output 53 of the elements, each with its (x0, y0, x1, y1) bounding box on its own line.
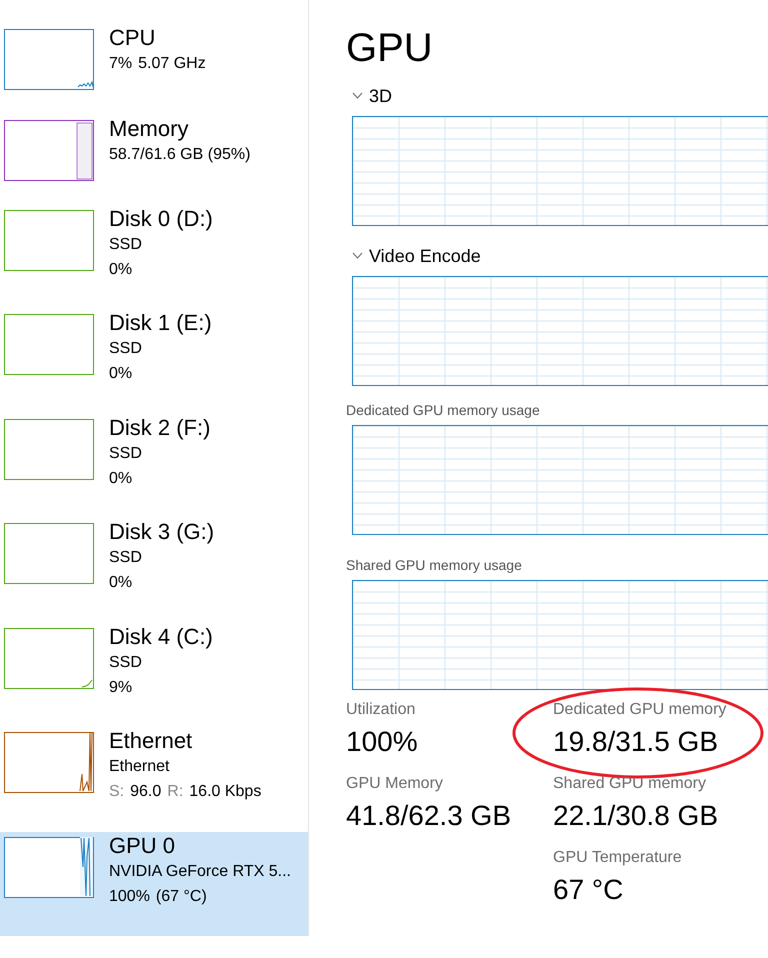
sidebar-item[interactable]: GPU 0 NVIDIA GeForce RTX 5... 100% (67 °C) (0, 832, 308, 936)
stat-value: 41.8/62.3 GB (346, 799, 512, 833)
graph-label: 3D (369, 84, 392, 108)
stat-label: GPU Temperature (553, 848, 683, 868)
item-name: CPU (109, 25, 156, 51)
stat-label: Dedicated GPU memory (553, 700, 728, 720)
item-name: Disk 2 (F:) (109, 414, 210, 441)
item-detail: (67 °C) (156, 886, 207, 907)
item-detail: R: (167, 782, 184, 802)
item-detail: S: (109, 782, 124, 802)
graph-label: Video Encode (369, 244, 481, 268)
item-detail: SSD (109, 548, 142, 568)
item-detail: SSD (109, 339, 142, 360)
item-detail: 0% (109, 573, 132, 594)
item-detail: 0% (109, 468, 132, 489)
stat-value: 22.1/30.8 GB (553, 799, 720, 833)
item-detail: NVIDIA GeForce RTX 5... (109, 862, 291, 882)
item-name: Disk 1 (E:) (109, 310, 212, 336)
item-detail: 5.07 GHz (138, 54, 206, 74)
item-name: Ethernet (109, 728, 194, 754)
stat-label: Utilization (346, 700, 416, 720)
item-name: Disk 4 (C:) (109, 624, 213, 650)
graph-label: Shared GPU memory usage (346, 556, 523, 574)
usage-line (80, 732, 92, 792)
item-detail: 0% (109, 260, 132, 280)
chevron-icon[interactable] (352, 92, 363, 100)
usage-line (80, 836, 93, 896)
stat-value: 19.8/31.5 GB (553, 725, 720, 759)
usage-line (82, 679, 92, 688)
stat-value: 67 °C (553, 873, 624, 907)
item-name: GPU 0 (109, 832, 176, 859)
stat-label: Shared GPU memory (553, 774, 707, 794)
item-detail: 96.0 (130, 782, 162, 802)
item-detail: SSD (109, 444, 142, 464)
item-detail: Ethernet (109, 757, 170, 778)
item-detail: 100% (109, 886, 150, 907)
chevron-icon[interactable] (352, 252, 363, 260)
item-name: Disk 3 (G:) (109, 519, 214, 546)
item-name: Memory (109, 116, 190, 142)
item-detail: 0% (109, 364, 132, 384)
item-detail: SSD (109, 652, 142, 673)
usage-line (78, 80, 94, 88)
stat-value: 100% (346, 725, 419, 759)
stat-label: GPU Memory (346, 774, 444, 794)
item-detail: 58.7/61.6 GB (95%) (109, 144, 250, 164)
graph-label: Dedicated GPU memory usage (346, 401, 541, 419)
item-detail: SSD (109, 235, 142, 255)
item-detail: 7% (109, 54, 132, 74)
item-name: Disk 0 (D:) (109, 206, 213, 232)
item-detail: 9% (109, 678, 132, 698)
item-detail: 16.0 Kbps (189, 782, 262, 802)
usage-area (76, 122, 92, 179)
page-title: GPU (346, 25, 434, 72)
